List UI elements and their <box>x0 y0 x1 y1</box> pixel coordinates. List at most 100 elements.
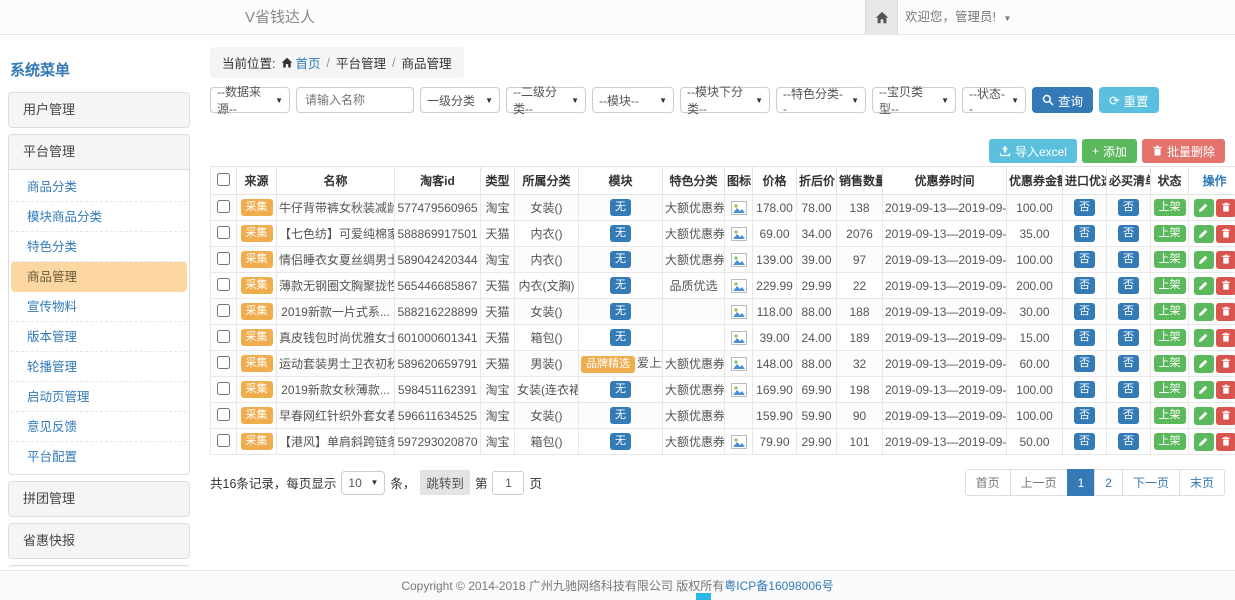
must-buy-badge[interactable]: 否 <box>1118 381 1139 397</box>
name-search-input[interactable] <box>296 87 414 113</box>
delete-button[interactable] <box>1216 277 1235 295</box>
jump-page-input[interactable] <box>492 471 524 495</box>
sidebar-item[interactable]: 宣传物料 <box>11 292 187 322</box>
must-buy-badge[interactable]: 否 <box>1118 433 1139 449</box>
delete-button[interactable] <box>1216 225 1235 243</box>
row-checkbox[interactable] <box>217 278 230 291</box>
status-badge[interactable]: 上架 <box>1154 199 1186 215</box>
page-button[interactable]: 下一页 <box>1122 469 1180 496</box>
row-checkbox[interactable] <box>217 356 230 369</box>
sidebar-item[interactable]: 启动页管理 <box>11 382 187 412</box>
edit-button[interactable] <box>1194 251 1214 269</box>
sidebar-group-header[interactable]: 用户管理 <box>9 93 189 127</box>
filter-select[interactable]: --状态--▼ <box>962 87 1026 113</box>
reset-button[interactable]: ⟳ 重置 <box>1099 87 1159 113</box>
filter-select[interactable]: 一级分类▼ <box>420 87 500 113</box>
must-buy-badge[interactable]: 否 <box>1118 251 1139 267</box>
select-all-checkbox[interactable] <box>217 173 230 186</box>
delete-button[interactable] <box>1216 381 1235 399</box>
edit-button[interactable] <box>1194 225 1214 243</box>
row-checkbox[interactable] <box>217 408 230 421</box>
sidebar-item[interactable]: 特色分类 <box>11 232 187 262</box>
edit-button[interactable] <box>1194 277 1214 295</box>
edit-button[interactable] <box>1194 303 1214 321</box>
sidebar-group-header[interactable]: 平台管理 <box>9 135 189 169</box>
status-badge[interactable]: 上架 <box>1154 329 1186 345</box>
sidebar-item[interactable]: 商品管理 <box>11 262 187 292</box>
filter-select[interactable]: --模块下分类--▼ <box>680 87 770 113</box>
edit-button[interactable] <box>1194 407 1214 425</box>
delete-button[interactable] <box>1216 329 1235 347</box>
sidebar-item[interactable]: 版本管理 <box>11 322 187 352</box>
row-checkbox[interactable] <box>217 200 230 213</box>
delete-button[interactable] <box>1216 355 1235 373</box>
import-select-badge[interactable]: 否 <box>1074 381 1095 397</box>
status-badge[interactable]: 上架 <box>1154 355 1186 371</box>
sidebar-group-header[interactable]: 消息管理 <box>9 566 189 567</box>
add-button[interactable]: + 添加 <box>1082 139 1137 163</box>
search-button[interactable]: 查询 <box>1032 87 1093 113</box>
edit-button[interactable] <box>1194 433 1214 451</box>
import-select-badge[interactable]: 否 <box>1074 355 1095 371</box>
back-to-top-button-partial[interactable] <box>696 593 711 600</box>
page-button[interactable]: 1 <box>1067 469 1096 496</box>
import-excel-button[interactable]: 导入excel <box>989 139 1077 163</box>
import-select-badge[interactable]: 否 <box>1074 199 1095 215</box>
must-buy-badge[interactable]: 否 <box>1118 355 1139 371</box>
status-badge[interactable]: 上架 <box>1154 433 1186 449</box>
row-checkbox[interactable] <box>217 330 230 343</box>
status-badge[interactable]: 上架 <box>1154 407 1186 423</box>
sidebar-group-header[interactable]: 省惠快报 <box>9 524 189 558</box>
sidebar-item[interactable]: 轮播管理 <box>11 352 187 382</box>
import-select-badge[interactable]: 否 <box>1074 251 1095 267</box>
row-checkbox[interactable] <box>217 252 230 265</box>
delete-button[interactable] <box>1216 199 1235 217</box>
must-buy-badge[interactable]: 否 <box>1118 277 1139 293</box>
delete-button[interactable] <box>1216 407 1235 425</box>
must-buy-badge[interactable]: 否 <box>1118 303 1139 319</box>
delete-button[interactable] <box>1216 433 1235 451</box>
status-badge[interactable]: 上架 <box>1154 277 1186 293</box>
user-menu[interactable]: 欢迎您，管理员! ▼ <box>905 0 1011 36</box>
page-button[interactable]: 末页 <box>1179 469 1225 496</box>
filter-select[interactable]: --二级分类--▼ <box>506 87 586 113</box>
must-buy-badge[interactable]: 否 <box>1118 225 1139 241</box>
page-size-select[interactable]: 10 ▼ <box>341 471 385 495</box>
filter-select[interactable]: --宝贝类型--▼ <box>872 87 956 113</box>
must-buy-badge[interactable]: 否 <box>1118 329 1139 345</box>
import-select-badge[interactable]: 否 <box>1074 407 1095 423</box>
filter-select[interactable]: --模块--▼ <box>592 87 674 113</box>
must-buy-badge[interactable]: 否 <box>1118 407 1139 423</box>
edit-button[interactable] <box>1194 329 1214 347</box>
delete-button[interactable] <box>1216 303 1235 321</box>
import-select-badge[interactable]: 否 <box>1074 433 1095 449</box>
filter-select[interactable]: --特色分类--▼ <box>776 87 866 113</box>
row-checkbox[interactable] <box>217 226 230 239</box>
import-select-badge[interactable]: 否 <box>1074 277 1095 293</box>
breadcrumb-home-link[interactable]: 首页 <box>281 53 320 72</box>
status-badge[interactable]: 上架 <box>1154 251 1186 267</box>
status-badge[interactable]: 上架 <box>1154 381 1186 397</box>
sidebar-item[interactable]: 商品分类 <box>11 172 187 202</box>
edit-button[interactable] <box>1194 381 1214 399</box>
page-button[interactable]: 首页 <box>965 469 1011 496</box>
page-button[interactable]: 2 <box>1094 469 1123 496</box>
sidebar-group-header[interactable]: 拼团管理 <box>9 482 189 516</box>
status-badge[interactable]: 上架 <box>1154 303 1186 319</box>
sidebar-item[interactable]: 意见反馈 <box>11 412 187 442</box>
batch-delete-button[interactable]: 批量删除 <box>1142 139 1225 163</box>
import-select-badge[interactable]: 否 <box>1074 329 1095 345</box>
row-checkbox[interactable] <box>217 304 230 317</box>
must-buy-badge[interactable]: 否 <box>1118 199 1139 215</box>
filter-select[interactable]: --数据来源--▼ <box>210 87 290 113</box>
edit-button[interactable] <box>1194 199 1214 217</box>
home-button[interactable] <box>865 0 898 35</box>
page-button[interactable]: 上一页 <box>1010 469 1068 496</box>
sidebar-item[interactable]: 平台配置 <box>11 442 187 472</box>
edit-button[interactable] <box>1194 355 1214 373</box>
icp-link[interactable]: 粤ICP备16098006号 <box>724 577 833 594</box>
import-select-badge[interactable]: 否 <box>1074 225 1095 241</box>
import-select-badge[interactable]: 否 <box>1074 303 1095 319</box>
row-checkbox[interactable] <box>217 434 230 447</box>
sidebar-item[interactable]: 模块商品分类 <box>11 202 187 232</box>
